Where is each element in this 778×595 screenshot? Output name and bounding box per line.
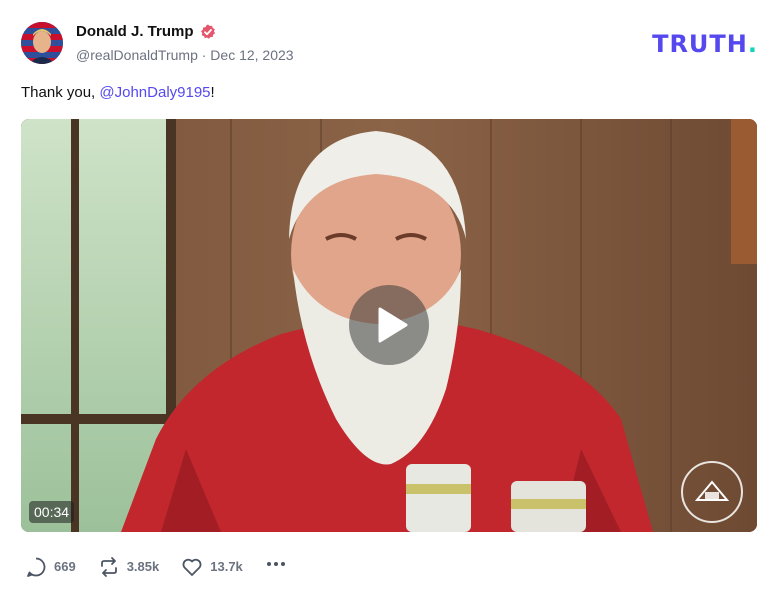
video-player[interactable]: 00:34 — [21, 119, 757, 532]
reply-button[interactable]: 669 — [25, 556, 76, 578]
retruth-button[interactable]: 3.85k — [98, 556, 160, 578]
logo-dot: . — [747, 30, 758, 58]
video-duration: 00:34 — [29, 501, 75, 523]
reply-count: 669 — [54, 559, 76, 574]
tucker-carlson-encounter-watermark — [681, 461, 743, 523]
logo-text: TRUTH — [652, 30, 748, 58]
mention-link[interactable]: @JohnDaly9195 — [99, 84, 210, 101]
retruth-count: 3.85k — [126, 559, 160, 574]
more-button[interactable] — [265, 553, 287, 580]
post-text-suffix: ! — [210, 84, 215, 101]
reply-icon — [27, 557, 46, 577]
post-text: Thank you, @JohnDaly9195! — [21, 84, 215, 101]
display-name[interactable]: Donald J. Trump — [76, 23, 194, 40]
avatar[interactable] — [21, 22, 63, 64]
like-button[interactable]: 13.7k — [181, 556, 243, 578]
heart-icon — [182, 558, 202, 576]
post-actions: 669 3.85k 13.7k — [25, 553, 287, 580]
verified-badge-icon — [200, 24, 216, 40]
post-text-prefix: Thank you, — [21, 84, 100, 101]
truth-logo[interactable]: TRUTH. — [652, 30, 758, 58]
post-header: Donald J. Trump @realDonaldTrump · Dec 1… — [21, 20, 758, 66]
play-button[interactable] — [349, 285, 429, 365]
retruth-icon — [100, 556, 117, 577]
like-count: 13.7k — [210, 559, 243, 574]
handle-and-date[interactable]: @realDonaldTrump · Dec 12, 2023 — [76, 47, 294, 63]
play-icon — [378, 307, 408, 343]
more-icon — [266, 562, 285, 566]
